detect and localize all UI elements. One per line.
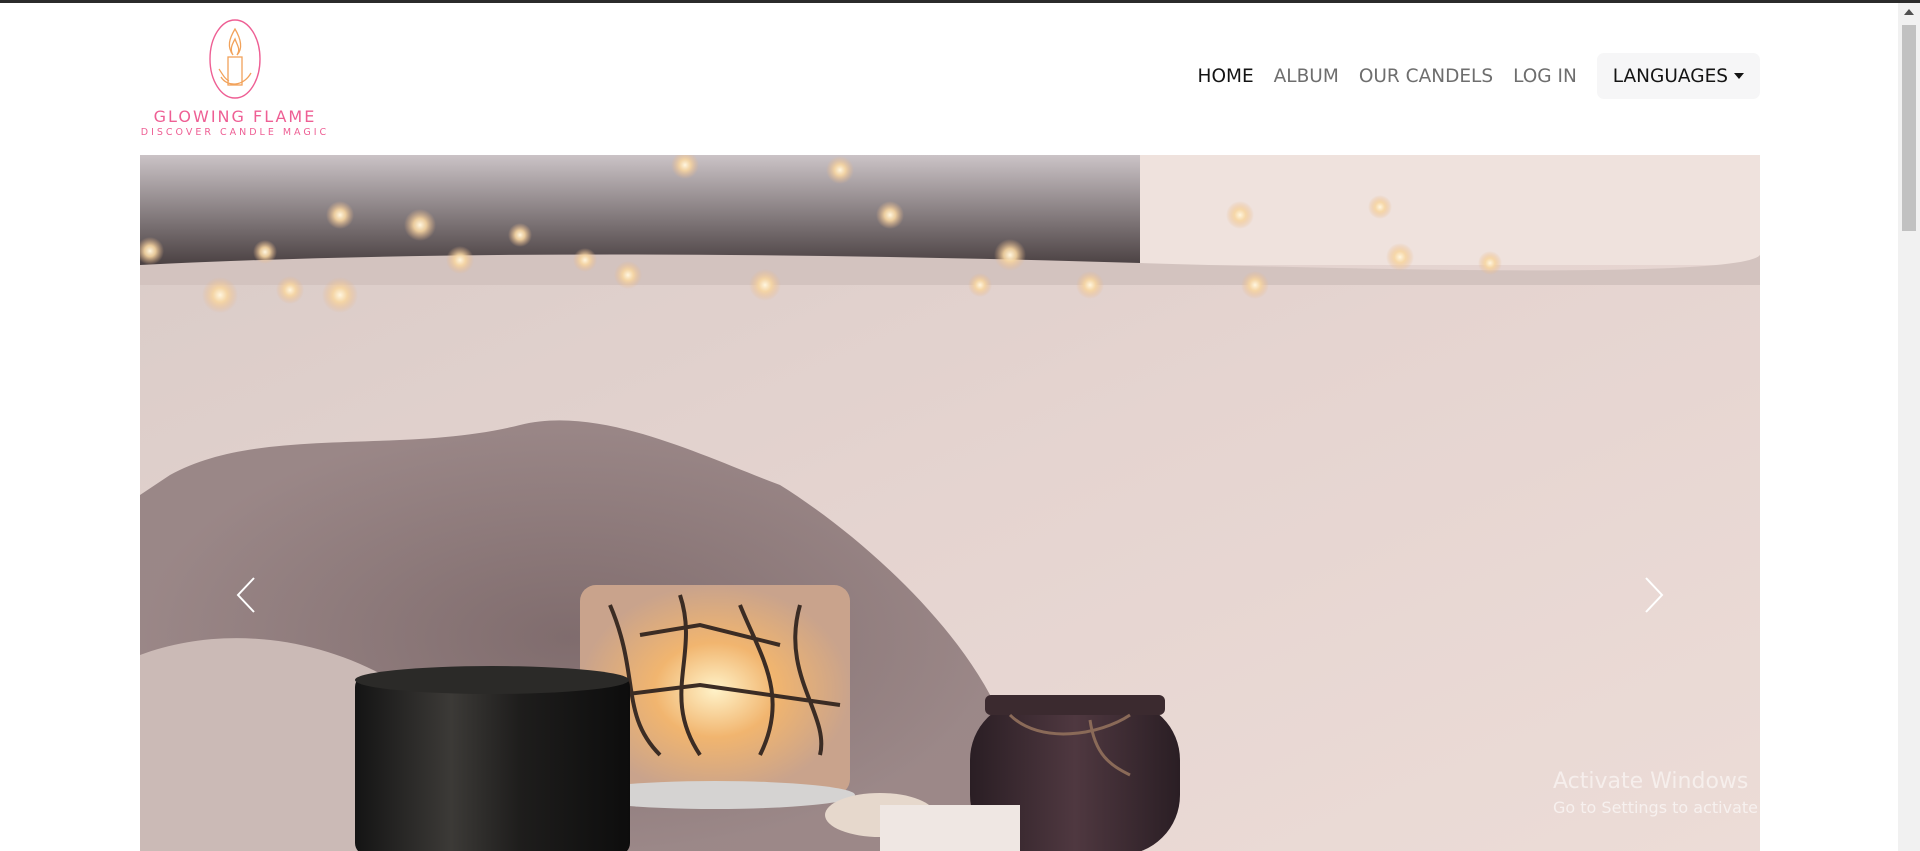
brand-logo[interactable]: GLOWING FLAME DISCOVER CANDLE MAGIC: [140, 17, 330, 147]
languages-label: LANGUAGES: [1612, 65, 1728, 87]
carousel-prev-button[interactable]: [206, 555, 286, 635]
page: GLOWING FLAME DISCOVER CANDLE MAGIC HOME…: [0, 3, 1898, 851]
scroll-up-arrow-icon[interactable]: [1904, 9, 1914, 15]
page-scrollbar[interactable]: [1898, 3, 1920, 851]
nav-album-link[interactable]: ALBUM: [1274, 66, 1339, 87]
nav-home-link[interactable]: HOME: [1198, 66, 1254, 87]
brand-name: GLOWING FLAME: [153, 107, 317, 126]
candle-flame-icon: [209, 19, 261, 99]
carousel-slide-image: [140, 155, 1760, 851]
chevron-right-icon: [1645, 577, 1664, 613]
watermark-subtitle: Go to Settings to activate Windows.: [1553, 798, 1840, 817]
windows-activation-watermark: Activate Windows Go to Settings to activ…: [1553, 769, 1840, 817]
nav-our-candles-link[interactable]: OUR CANDELS: [1359, 66, 1493, 87]
languages-dropdown-button[interactable]: LANGUAGES: [1596, 53, 1760, 99]
chevron-left-icon: [236, 577, 255, 613]
scrollbar-thumb[interactable]: [1902, 25, 1916, 231]
hero-carousel[interactable]: [140, 155, 1760, 851]
watermark-title: Activate Windows: [1553, 769, 1749, 794]
nav-login-link[interactable]: LOG IN: [1513, 66, 1577, 87]
carousel-next-button[interactable]: [1614, 555, 1694, 635]
caret-down-icon: [1734, 73, 1744, 79]
brand-tagline: DISCOVER CANDLE MAGIC: [140, 127, 330, 138]
main-nav: HOME ALBUM OUR CANDELS LOG IN LANGUAGES: [1178, 52, 1760, 100]
